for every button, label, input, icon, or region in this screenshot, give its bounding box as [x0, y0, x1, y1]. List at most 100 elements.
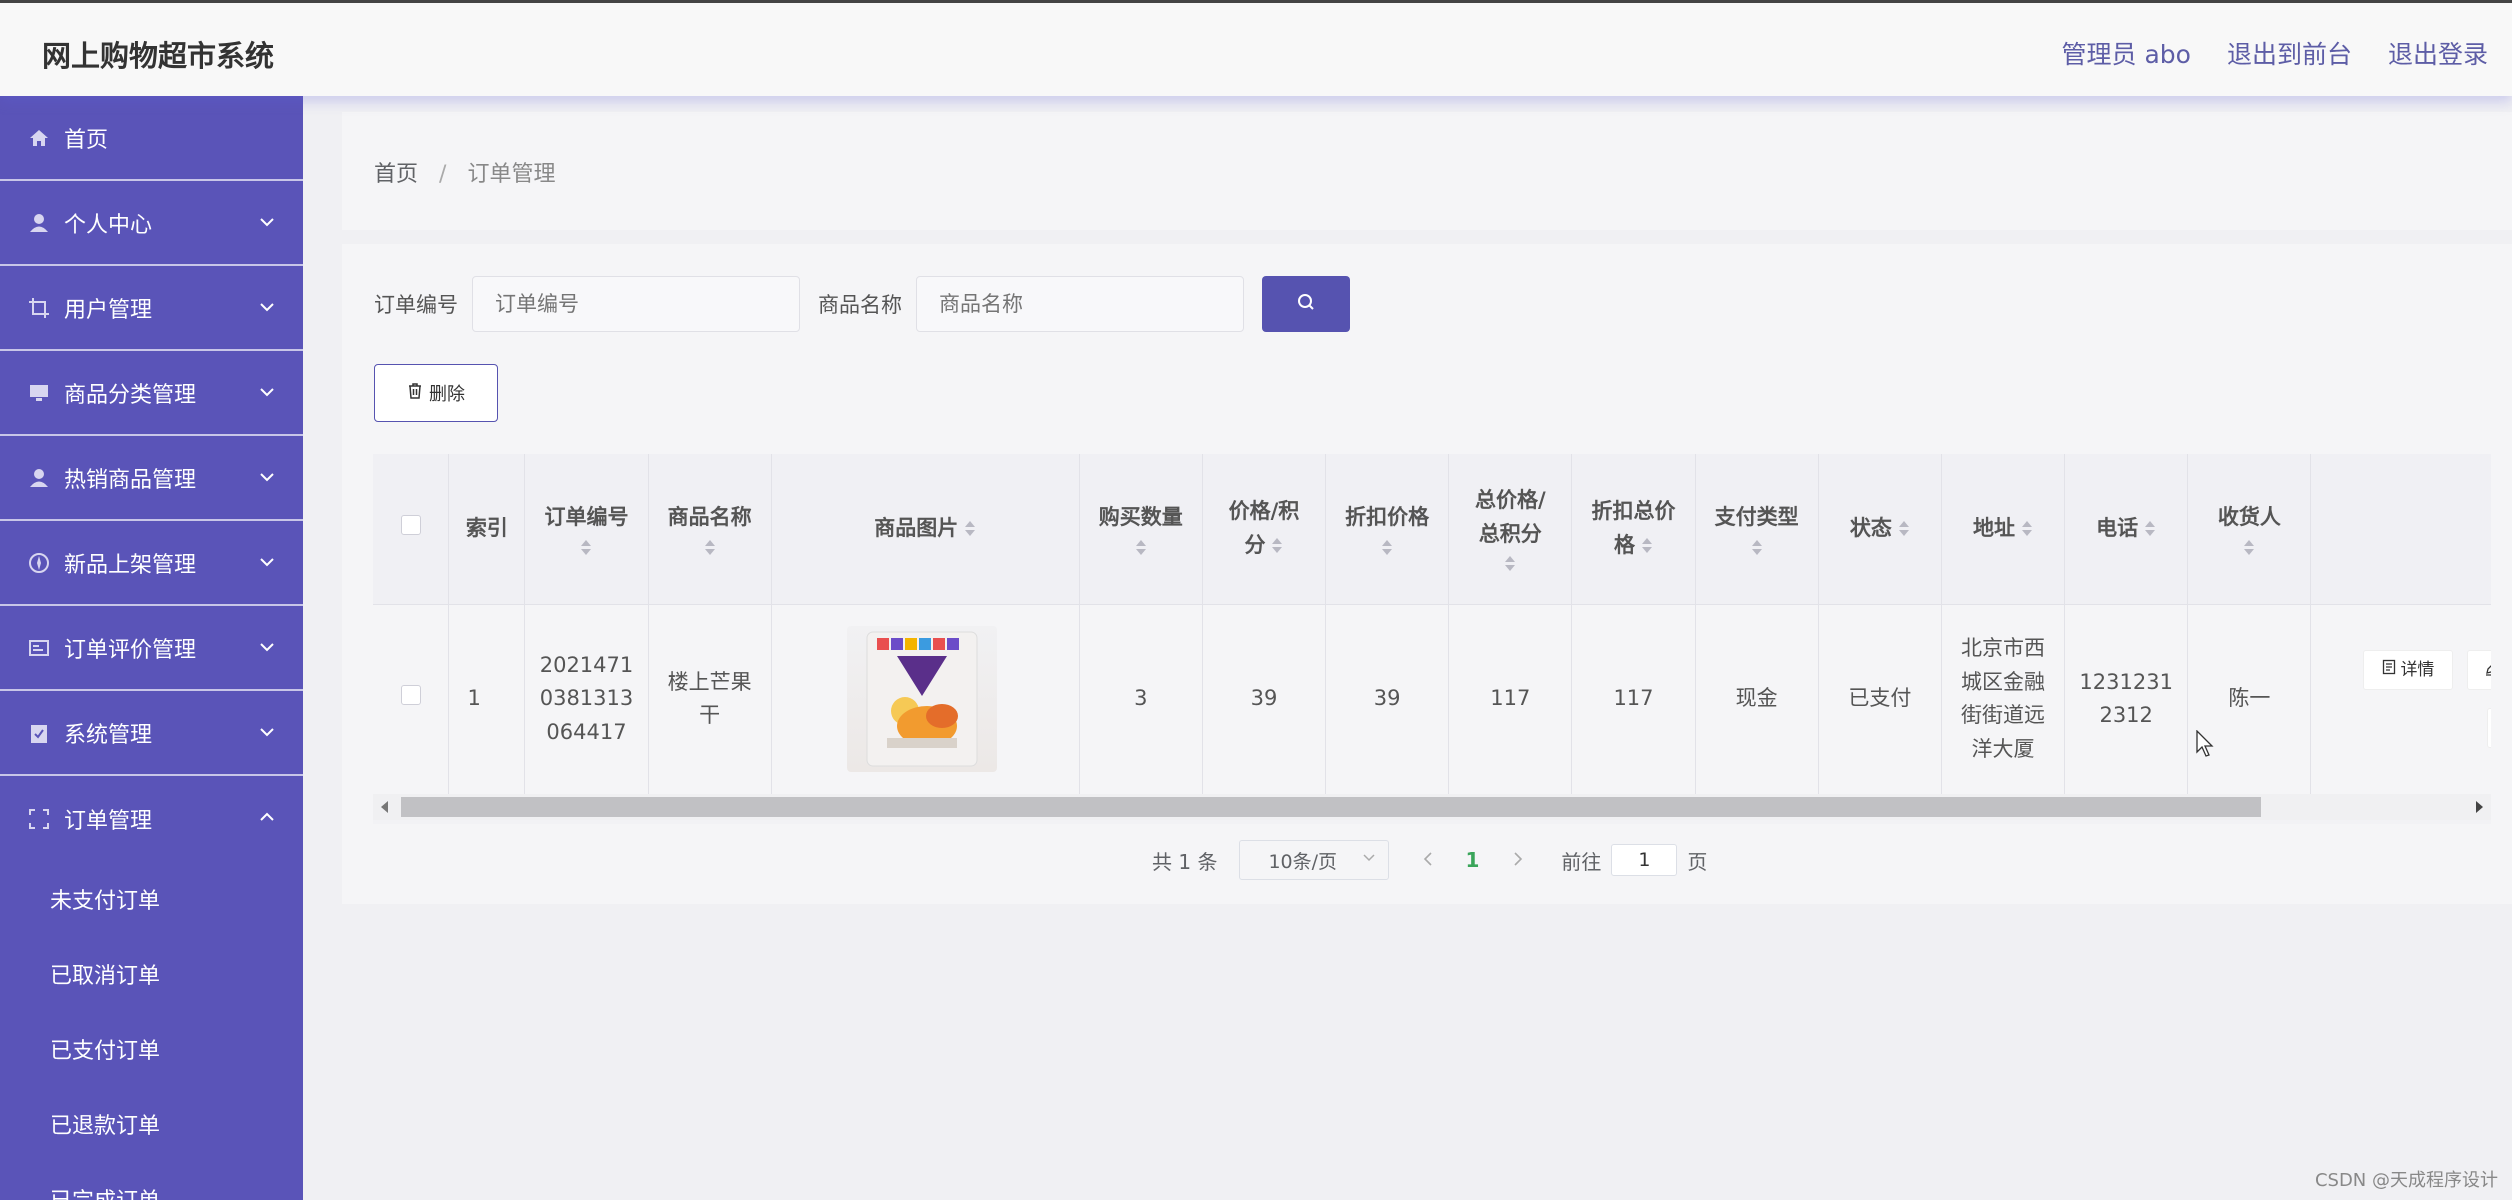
scrollbar-thumb[interactable]: [401, 797, 2261, 817]
edit-button[interactable]: [2467, 650, 2491, 691]
user-icon: [26, 465, 52, 491]
sidebar-item-system-management[interactable]: 系统管理: [0, 691, 303, 776]
sidebar-item-personal-center[interactable]: 个人中心: [0, 181, 303, 266]
row-delete-button[interactable]: [2487, 708, 2491, 749]
logout-link[interactable]: 退出登录: [2388, 35, 2488, 71]
sidebar-item-user-management[interactable]: 用户管理: [0, 266, 303, 351]
header-address[interactable]: 地址: [1941, 454, 2066, 604]
detail-button-label: 详情: [2400, 659, 2435, 680]
table-row: 1 2021471 0381313 064417 楼上芒果干 3 39 39 1…: [373, 604, 2491, 794]
sidebar-item-home[interactable]: 首页: [0, 96, 303, 181]
sort-icon[interactable]: [704, 539, 716, 557]
header-product-name[interactable]: 商品名称: [648, 454, 772, 604]
header-order-no[interactable]: 订单编号: [524, 454, 649, 604]
page-number[interactable]: 1: [1465, 848, 1479, 872]
cell-discount-price: 39: [1325, 604, 1450, 794]
sidebar-item-order-reviews[interactable]: 订单评价管理: [0, 606, 303, 691]
header-discount-price[interactable]: 折扣价格: [1325, 454, 1450, 604]
cell-order-no: 2021471 0381313 064417: [524, 604, 649, 794]
next-page-button[interactable]: [1513, 848, 1523, 873]
user-icon: [26, 210, 52, 236]
header-price[interactable]: 价格/积分: [1202, 454, 1327, 604]
cell-phone: 1231231 2312: [2064, 604, 2189, 794]
sort-icon[interactable]: [1381, 539, 1393, 557]
scroll-left-arrow[interactable]: [381, 801, 388, 813]
sidebar-subitem-completed-orders[interactable]: 已完成订单: [0, 1161, 303, 1200]
exit-to-front-link[interactable]: 退出到前台: [2227, 35, 2352, 71]
row-select[interactable]: [373, 604, 450, 794]
scroll-right-arrow[interactable]: [2476, 801, 2483, 813]
card-icon: [26, 635, 52, 661]
header-product-image[interactable]: 商品图片: [771, 454, 1080, 604]
sidebar-item-order-management[interactable]: 订单管理: [0, 776, 303, 861]
select-all-checkbox[interactable]: [400, 514, 421, 535]
header-status[interactable]: 状态: [1818, 454, 1942, 604]
sort-icon[interactable]: [1271, 537, 1283, 555]
row-checkbox[interactable]: [400, 685, 421, 706]
pagination: 共 1 条 10条/页 1 前往 页: [1152, 840, 1707, 880]
sort-icon[interactable]: [1751, 539, 1763, 557]
chevron-down-icon: [259, 551, 275, 572]
header-discount-total[interactable]: 折扣总价格: [1571, 454, 1696, 604]
sidebar-item-hot-products[interactable]: 热销商品管理: [0, 436, 303, 521]
chevron-up-icon: [259, 806, 275, 827]
sidebar-subitem-unpaid-orders[interactable]: 未支付订单: [0, 861, 303, 936]
search-button[interactable]: [1262, 276, 1350, 332]
header-pay-type[interactable]: 支付类型: [1695, 454, 1819, 604]
header-total[interactable]: 总价格/总积分: [1448, 454, 1573, 604]
sort-icon[interactable]: [1898, 520, 1910, 538]
chevron-down-icon: [259, 466, 275, 487]
cell-status: 已支付: [1818, 604, 1942, 794]
breadcrumb-separator: /: [439, 162, 447, 187]
header-phone[interactable]: 电话: [2064, 454, 2189, 604]
top-header: 网上购物超市系统 管理员 abo 退出到前台 退出登录: [0, 0, 2512, 96]
cell-quantity: 3: [1079, 604, 1203, 794]
sort-icon[interactable]: [1135, 539, 1147, 557]
cell-price: 39: [1202, 604, 1327, 794]
product-name-input[interactable]: [916, 276, 1244, 332]
sort-icon[interactable]: [2243, 539, 2255, 557]
delete-button[interactable]: 删除: [374, 364, 498, 422]
header-receiver[interactable]: 收货人: [2187, 454, 2312, 604]
sidebar-item-new-products[interactable]: 新品上架管理: [0, 521, 303, 606]
header-actions: 管理员 abo 退出到前台 退出登录: [2062, 35, 2488, 71]
sort-icon[interactable]: [1641, 537, 1653, 555]
clipboard-icon: [26, 720, 52, 746]
page-size-select[interactable]: 10条/页: [1239, 840, 1390, 880]
total-count: 共 1 条: [1152, 849, 1218, 874]
sidebar-subitem-paid-orders[interactable]: 已支付订单: [0, 1011, 303, 1086]
sort-icon[interactable]: [2144, 520, 2156, 538]
sidebar-item-category-management[interactable]: 商品分类管理: [0, 351, 303, 436]
header-quantity[interactable]: 购买数量: [1079, 454, 1203, 604]
fullscreen-icon: [26, 806, 52, 832]
sort-icon[interactable]: [2021, 520, 2033, 538]
cell-pay-type: 现金: [1695, 604, 1819, 794]
product-image[interactable]: [846, 626, 997, 773]
detail-button[interactable]: 详情: [2363, 650, 2454, 691]
sort-icon[interactable]: [580, 539, 592, 557]
sort-icon[interactable]: [964, 520, 976, 538]
mouse-cursor-icon: [2196, 729, 2214, 758]
sidebar: 首页 个人中心 用户管理 商品分类管理 热销商品管理 新品上架管理 订单评价管理…: [0, 96, 303, 1200]
header-select-all[interactable]: [373, 454, 450, 604]
main-panel: 订单编号 商品名称 删除 索引: [342, 244, 2512, 904]
sidebar-subitem-cancelled-orders[interactable]: 已取消订单: [0, 936, 303, 1011]
sidebar-item-label: 新品上架管理: [64, 552, 197, 578]
prev-page-button[interactable]: [1423, 848, 1433, 873]
search-row: 订单编号 商品名称: [374, 276, 1350, 332]
chevron-down-icon: [259, 211, 275, 232]
sort-icon[interactable]: [1504, 555, 1516, 573]
breadcrumb-home[interactable]: 首页: [374, 162, 418, 187]
chevron-down-icon: [1362, 851, 1376, 867]
sidebar-item-label: 商品分类管理: [64, 382, 197, 408]
cell-receiver: 陈一: [2187, 604, 2312, 794]
order-no-label: 订单编号: [374, 293, 458, 317]
cell-product-image: [771, 604, 1080, 794]
watermark: CSDN @天成程序设计: [2314, 1170, 2498, 1191]
edit-icon: [2484, 653, 2491, 687]
order-no-input[interactable]: [472, 276, 800, 332]
horizontal-scrollbar[interactable]: [373, 794, 2491, 820]
cell-discount-total: 117: [1571, 604, 1696, 794]
sidebar-subitem-refunded-orders[interactable]: 已退款订单: [0, 1086, 303, 1161]
goto-page-input[interactable]: [1611, 844, 1678, 876]
